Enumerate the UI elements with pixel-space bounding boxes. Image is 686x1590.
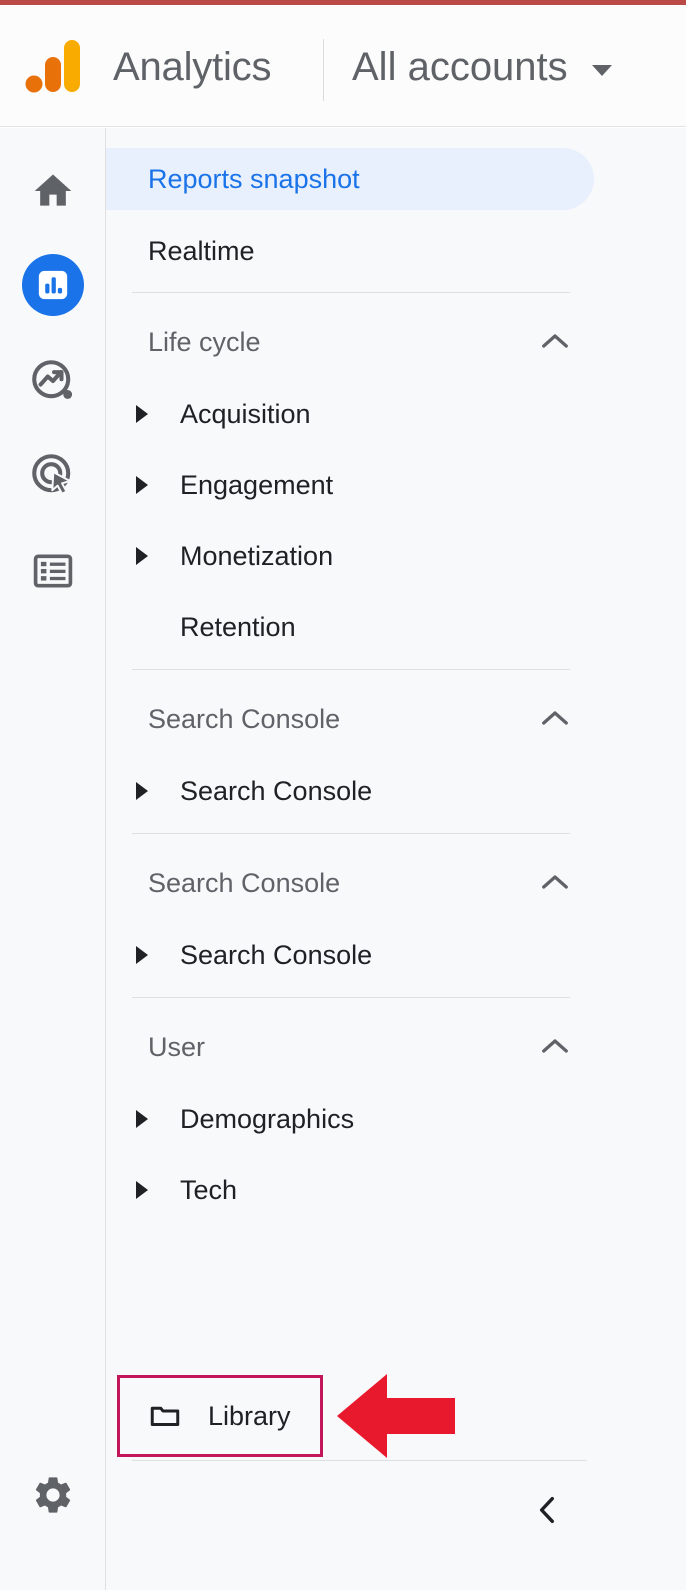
collapse-navigation-button[interactable]	[518, 1480, 578, 1540]
advertising-icon	[32, 454, 71, 495]
chevron-up-icon	[542, 875, 568, 889]
nav-item-acquisition[interactable]: Acquisition	[106, 385, 686, 443]
icon-rail	[0, 128, 106, 1590]
chevron-left-icon	[539, 1496, 554, 1524]
nav-item-label: Demographics	[180, 1103, 355, 1134]
rail-item-reports[interactable]	[0, 254, 106, 316]
nav-section-search-console-2[interactable]: Search Console	[106, 855, 686, 911]
nav-item-label: Library	[208, 1400, 291, 1431]
nav-section-search-console-1[interactable]: Search Console	[106, 691, 686, 747]
rail-active-indicator	[22, 254, 84, 316]
nav-section-label: Search Console	[148, 867, 341, 898]
nav-item-label: Engagement	[180, 469, 334, 500]
nav-divider	[132, 292, 570, 293]
nav-item-demographics[interactable]: Demographics	[106, 1090, 686, 1148]
nav-section-life-cycle[interactable]: Life cycle	[106, 314, 686, 370]
nav-section-label: Life cycle	[148, 326, 261, 357]
nav-item-library[interactable]: Library	[131, 1375, 337, 1457]
nav-item-search-console-1[interactable]: Search Console	[106, 762, 686, 820]
nav-item-label: Reports snapshot	[148, 163, 360, 194]
nav-section-user[interactable]: User	[106, 1019, 686, 1075]
nav-item-label: Retention	[180, 611, 296, 642]
google-analytics-logo	[25, 40, 80, 93]
nav-divider	[132, 669, 570, 670]
app-header: Analytics All accounts	[0, 5, 686, 127]
gear-icon	[35, 1477, 71, 1513]
analytics-window: Analytics All accounts Reports snapshot …	[0, 0, 686, 1590]
account-selector-label: All accounts	[352, 45, 568, 89]
nav-item-label: Acquisition	[180, 398, 311, 429]
chevron-down-icon	[591, 64, 612, 76]
home-icon	[34, 174, 72, 206]
nav-item-reports-snapshot[interactable]: Reports snapshot	[106, 148, 686, 210]
rail-item-configure[interactable]	[0, 540, 106, 602]
header-divider	[323, 39, 324, 101]
nav-bottom-divider	[132, 1460, 587, 1461]
nav-item-label: Search Console	[180, 939, 373, 970]
nav-item-retention[interactable]: Retention	[106, 598, 686, 656]
rail-item-explore[interactable]	[0, 350, 106, 412]
app-title: Analytics	[113, 45, 272, 89]
chevron-up-icon	[542, 711, 568, 725]
nav-item-label: Tech	[180, 1174, 238, 1205]
rail-item-home[interactable]	[0, 160, 106, 222]
nav-section-label: User	[148, 1031, 206, 1062]
nav-item-label: Monetization	[180, 540, 334, 571]
pointer-arrow-icon	[337, 1374, 455, 1458]
nav-item-tech[interactable]: Tech	[106, 1161, 686, 1219]
explore-icon	[32, 360, 73, 399]
reports-navigation: Reports snapshot Realtime Life cycle Acq…	[106, 128, 686, 1590]
chevron-up-icon	[542, 1039, 568, 1053]
nav-item-engagement[interactable]: Engagement	[106, 456, 686, 514]
folder-icon	[150, 1406, 180, 1426]
chevron-up-icon	[542, 334, 568, 348]
nav-item-label: Realtime	[148, 235, 255, 266]
account-selector[interactable]: All accounts	[352, 43, 612, 91]
rail-item-advertising[interactable]	[0, 444, 106, 506]
nav-item-label: Search Console	[180, 775, 373, 806]
rail-item-admin[interactable]	[0, 1460, 106, 1530]
nav-item-realtime[interactable]: Realtime	[106, 222, 686, 280]
nav-item-search-console-2[interactable]: Search Console	[106, 926, 686, 984]
nav-item-monetization[interactable]: Monetization	[106, 527, 686, 585]
nav-divider	[132, 833, 570, 834]
configure-icon	[33, 554, 73, 588]
bar-chart-icon	[38, 270, 68, 300]
nav-section-label: Search Console	[148, 703, 341, 734]
nav-divider	[132, 997, 570, 998]
